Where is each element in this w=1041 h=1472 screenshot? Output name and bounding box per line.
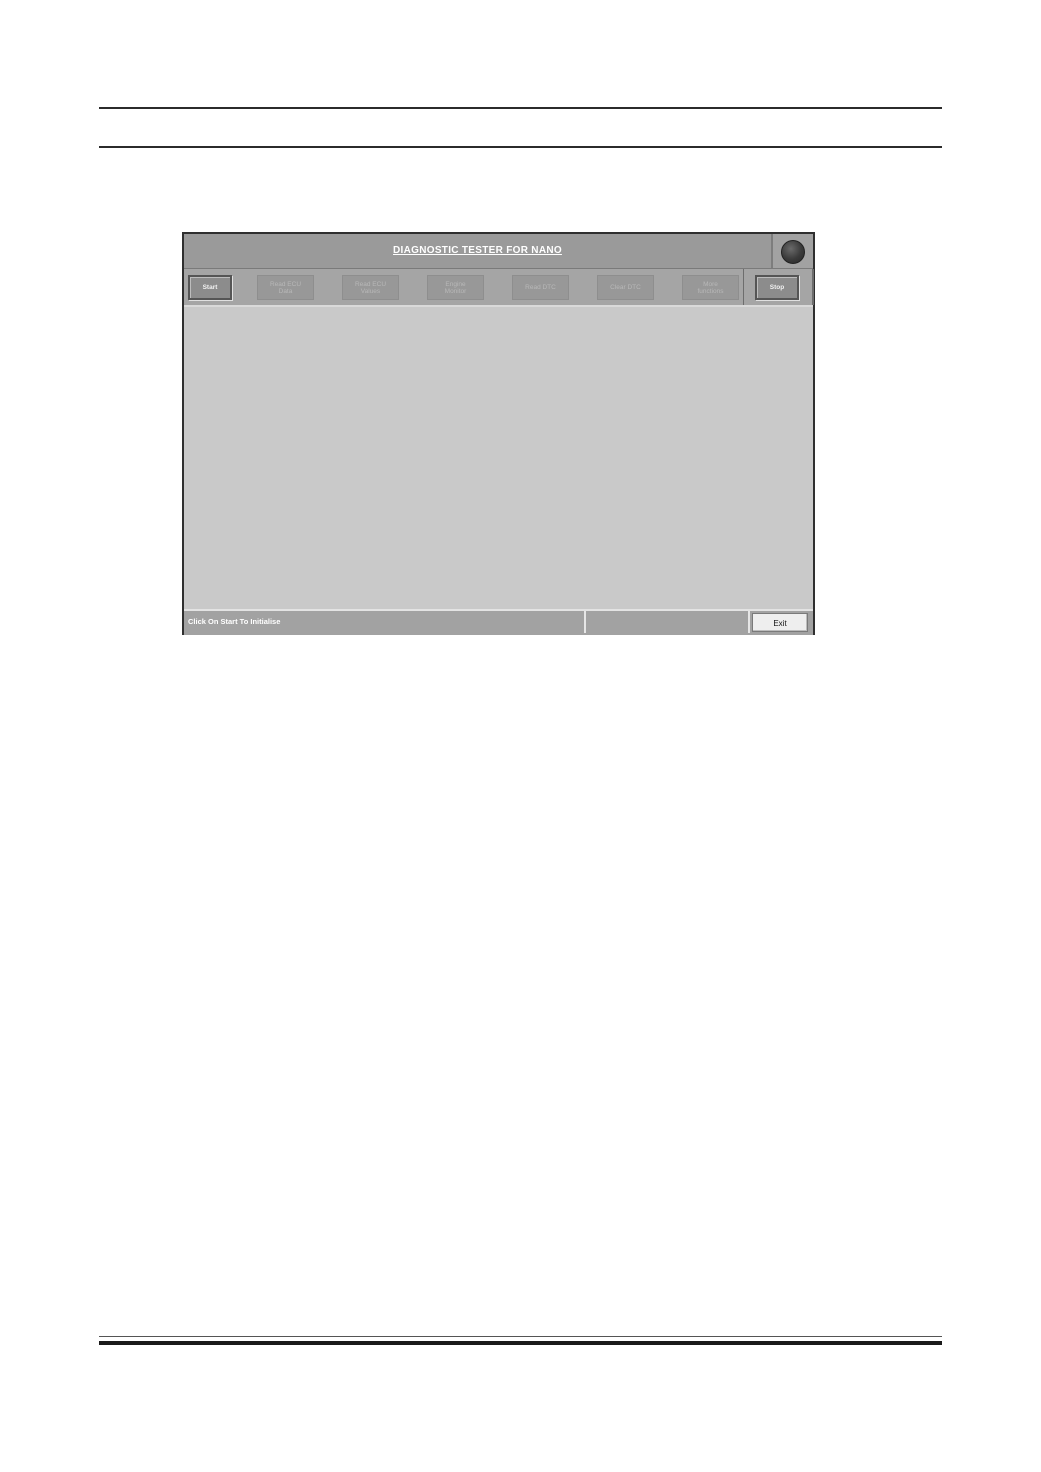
header-rule-bottom: [99, 146, 942, 148]
status-lamp-panel: [771, 234, 813, 268]
window-title: DIAGNOSTIC TESTER FOR NANO: [393, 245, 562, 256]
stop-button[interactable]: Stop: [755, 275, 799, 300]
exit-button[interactable]: Exit: [752, 613, 808, 632]
read-dtc-button[interactable]: Read DTC: [512, 275, 569, 300]
status-lamp-icon: [781, 240, 805, 264]
status-bar: Click On Start To Initialise Exit: [184, 609, 813, 635]
main-content-area: [184, 307, 813, 609]
toolbar: Start Read ECU Data Read ECU Values Engi…: [184, 269, 814, 307]
footer-rule-thin: [99, 1336, 942, 1337]
clear-dtc-button[interactable]: Clear DTC: [597, 275, 654, 300]
status-divider: [584, 611, 586, 633]
read-ecu-data-button[interactable]: Read ECU Data: [257, 275, 314, 300]
more-functions-button[interactable]: More functions: [682, 275, 739, 300]
header-rule-top: [99, 107, 942, 109]
status-message: Click On Start To Initialise: [188, 617, 281, 626]
title-bar: DIAGNOSTIC TESTER FOR NANO: [184, 234, 813, 269]
read-ecu-values-button[interactable]: Read ECU Values: [342, 275, 399, 300]
status-divider: [748, 611, 750, 633]
footer-rule-thick: [99, 1341, 942, 1345]
diagnostic-tester-window: DIAGNOSTIC TESTER FOR NANO Start Read EC…: [182, 232, 815, 635]
start-button[interactable]: Start: [188, 275, 232, 300]
engine-monitor-button[interactable]: Engine Monitor: [427, 275, 484, 300]
